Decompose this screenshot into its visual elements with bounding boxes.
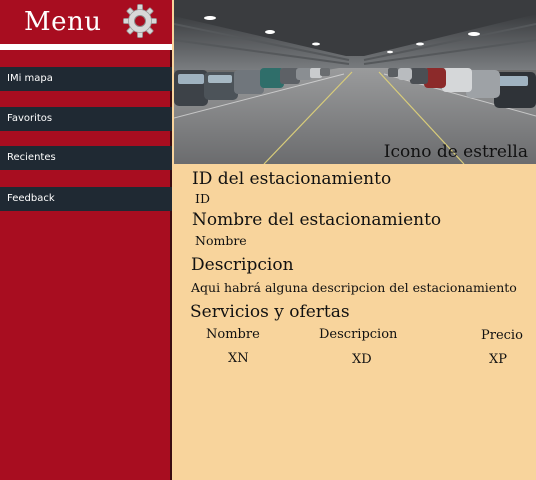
sidebar-item-favoritos[interactable]: Favoritos [0,107,172,131]
parking-garage-photo: Icono de estrella [174,0,536,164]
column-header-nombre: Nombre [206,327,260,342]
parking-id-value: ID [195,191,210,206]
header-divider [0,44,172,50]
sidebar-header: Menu [0,0,172,44]
column-header-precio: Precio [481,328,523,343]
services-heading: Servicios y ofertas [190,302,350,322]
sidebar: Menu IMi mapa Favoritos Recientes Feedba… [0,0,172,480]
sidebar-item-feedback[interactable]: Feedback [0,187,172,211]
description-heading: Descripcion [191,255,294,275]
description-text: Aqui habrá alguna descripcion del estaci… [191,280,517,295]
sidebar-item-recientes[interactable]: Recientes [0,146,172,170]
menu-title: Menu [24,7,102,37]
table-cell-nombre: XN [228,351,249,366]
star-icon-placeholder[interactable]: Icono de estrella [384,142,528,162]
column-header-descripcion: Descripcion [319,327,398,342]
gear-icon[interactable] [122,3,158,39]
sidebar-item-mi-mapa[interactable]: IMi mapa [0,67,172,91]
parking-id-heading: ID del estacionamiento [192,169,392,189]
table-cell-precio: XP [489,352,508,367]
table-cell-descripcion: XD [352,352,372,367]
parking-name-heading: Nombre del estacionamiento [192,210,442,230]
parking-details: ID del estacionamiento ID Nombre del est… [174,164,536,480]
parking-name-value: Nombre [195,233,247,248]
